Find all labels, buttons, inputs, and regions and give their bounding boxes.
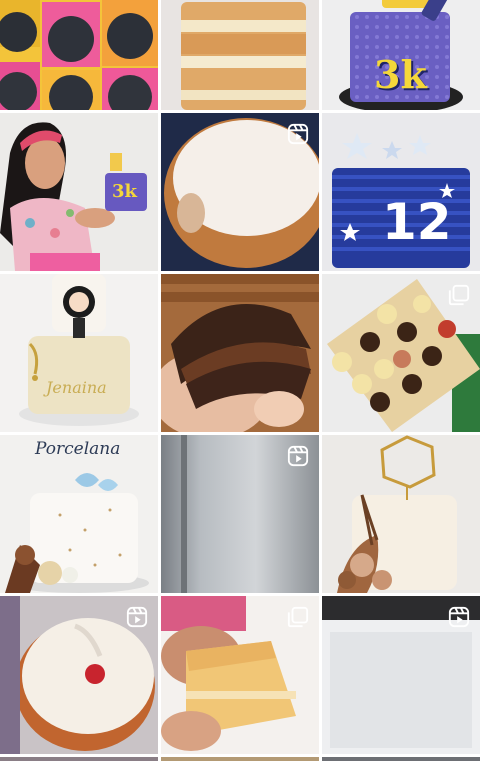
cake-text: 3k bbox=[112, 181, 137, 202]
grid-post-blue-12-cake[interactable]: 12 bbox=[322, 113, 480, 271]
post-thumbnail bbox=[161, 0, 319, 110]
grid-post-gold-topper-cake[interactable] bbox=[322, 435, 480, 593]
grid-post-woman-with-3k-cake[interactable]: 3k bbox=[0, 113, 158, 271]
grid-post-cake-slice-hand[interactable] bbox=[161, 596, 319, 754]
cake-text: 12 bbox=[382, 193, 452, 251]
media-grid: 3k 3k 12 Jenaina Porcelana bbox=[0, 0, 480, 761]
post-thumbnail bbox=[322, 435, 480, 593]
grid-post-partial[interactable] bbox=[0, 757, 158, 761]
grid-post-bonbon-box[interactable] bbox=[322, 274, 480, 432]
cake-text: Jenaina bbox=[46, 378, 107, 397]
grid-post-cupcake-liners[interactable] bbox=[0, 0, 158, 110]
grid-post-partial[interactable] bbox=[161, 757, 319, 761]
post-thumbnail bbox=[161, 274, 319, 432]
cake-text: Porcelana bbox=[35, 439, 121, 459]
reel-icon bbox=[448, 606, 470, 628]
grid-post-layered-sponge-cake[interactable] bbox=[161, 0, 319, 110]
reel-icon bbox=[287, 123, 309, 145]
reel-icon bbox=[287, 445, 309, 467]
reel-icon bbox=[126, 606, 148, 628]
grid-post-chocolate-cookie-sandwich[interactable] bbox=[161, 274, 319, 432]
post-thumbnail bbox=[0, 274, 158, 432]
grid-post-blurry-video[interactable] bbox=[161, 435, 319, 593]
post-thumbnail bbox=[0, 0, 158, 110]
grid-post-partial[interactable] bbox=[322, 757, 480, 761]
grid-post-porcelana-cake[interactable]: Porcelana bbox=[0, 435, 158, 593]
grid-post-blue-3k-cake[interactable]: 3k bbox=[322, 0, 480, 110]
carousel-icon bbox=[287, 606, 309, 628]
grid-post-jenaina-cake[interactable]: Jenaina bbox=[0, 274, 158, 432]
carousel-icon bbox=[448, 284, 470, 306]
cake-text: 3k bbox=[374, 52, 427, 97]
grid-post-white-cake-berry[interactable] bbox=[0, 596, 158, 754]
grid-post-round-sponge-cake[interactable] bbox=[161, 113, 319, 271]
grid-post-white-box[interactable] bbox=[322, 596, 480, 754]
